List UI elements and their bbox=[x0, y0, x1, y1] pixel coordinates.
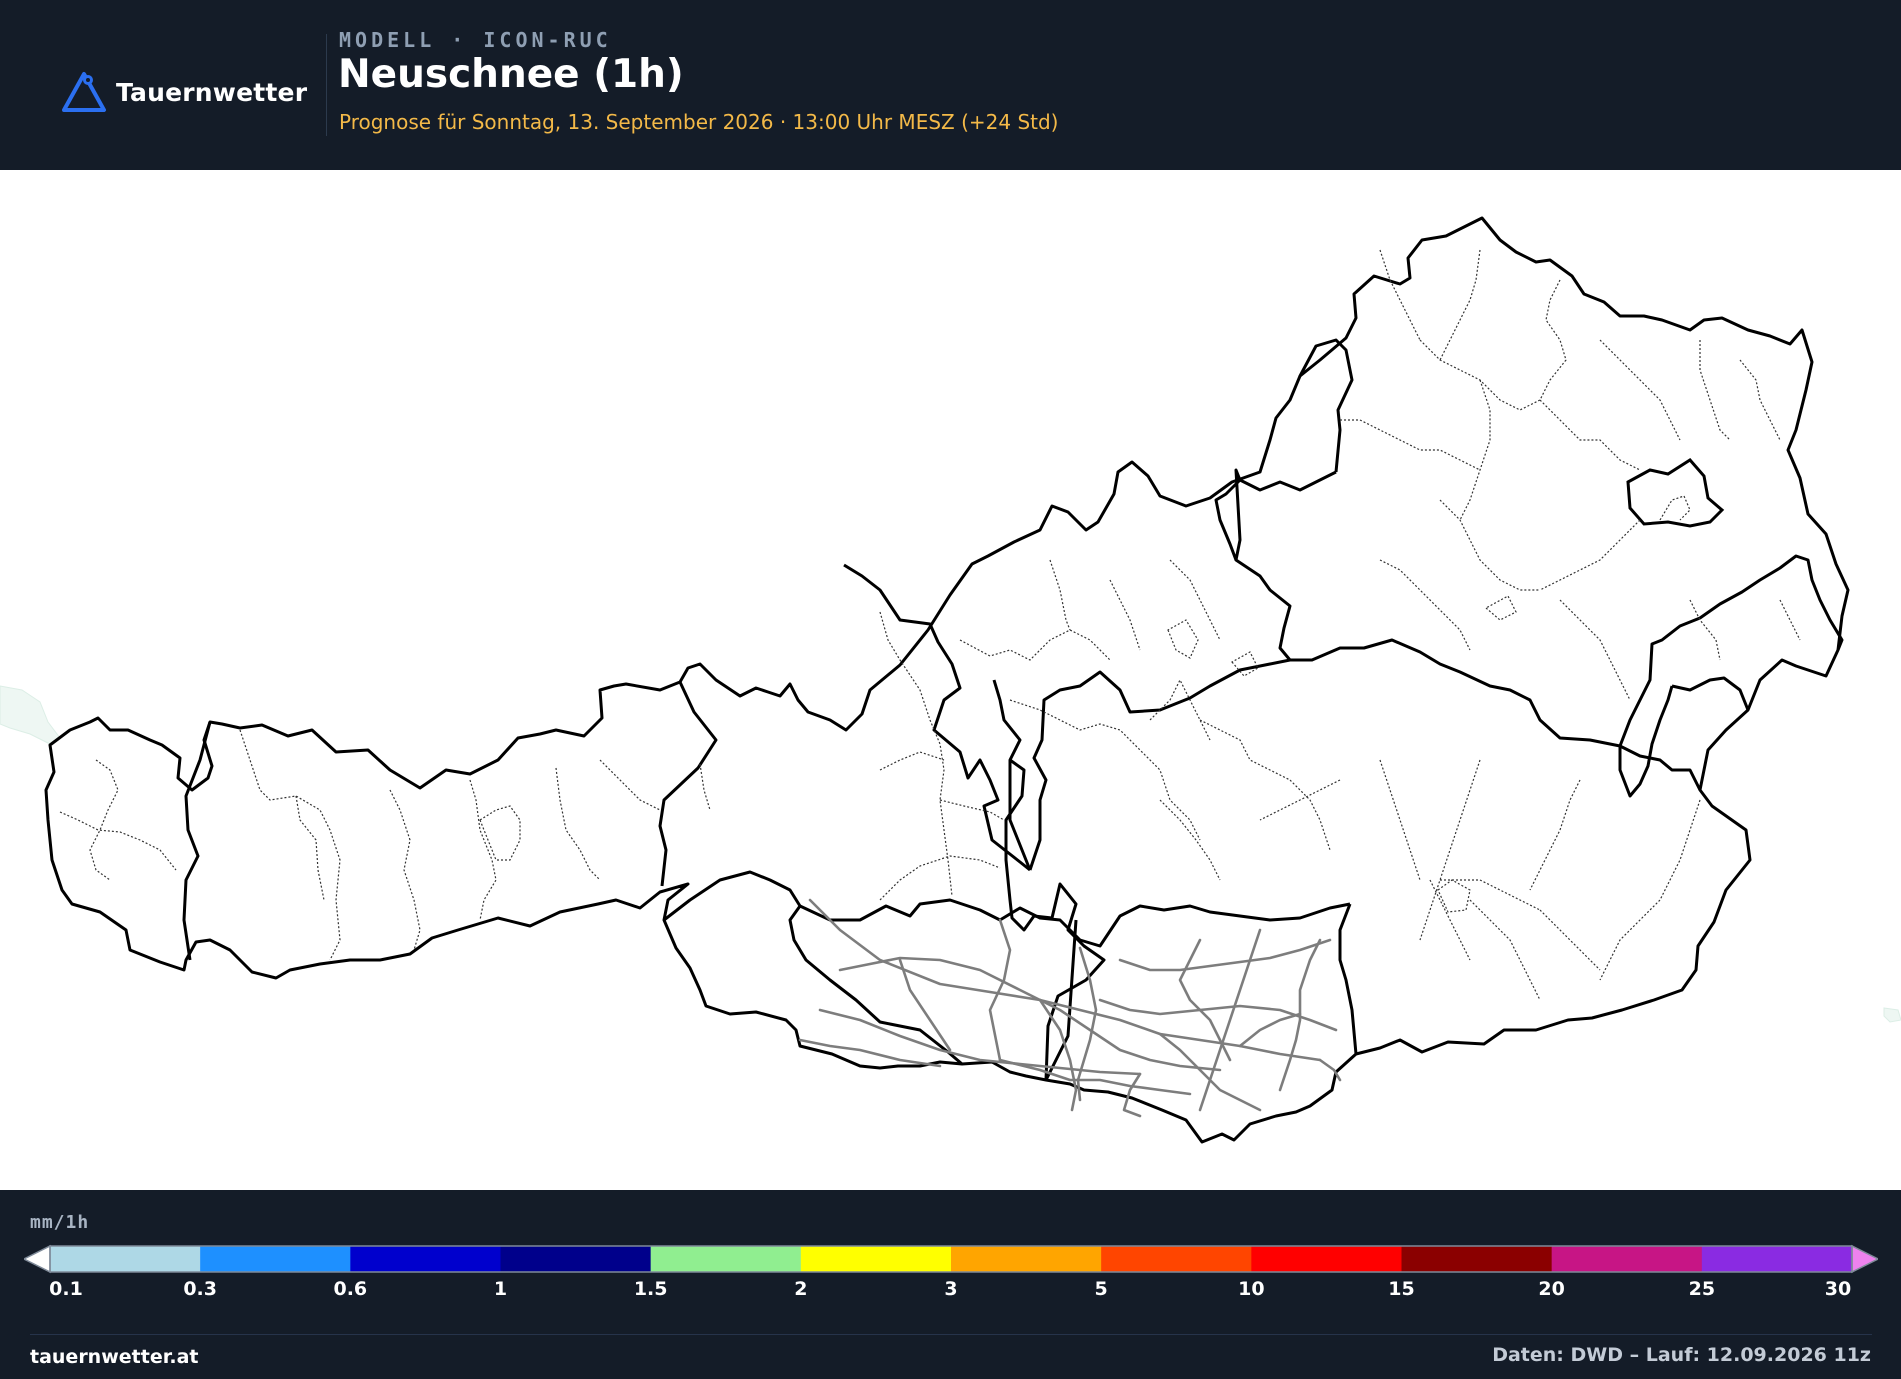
location-pin-icon bbox=[83, 75, 93, 85]
colorbar-bin bbox=[50, 1246, 201, 1272]
page-title: Neuschnee (1h) bbox=[338, 52, 684, 97]
colorbar-bin bbox=[800, 1246, 952, 1272]
colorbar-tick-label: 15 bbox=[1388, 1278, 1415, 1300]
brand-name: Tauernwetter bbox=[116, 77, 308, 107]
lake-shape bbox=[0, 685, 61, 745]
colorbar-bin bbox=[951, 1246, 1102, 1272]
country-outline bbox=[44, 216, 1850, 1144]
colorbar-bin bbox=[1551, 1246, 1703, 1272]
colorbar-bin bbox=[200, 1246, 351, 1272]
colorbar-tick-label: 0.3 bbox=[183, 1278, 217, 1300]
colorbar-tick-label: 20 bbox=[1538, 1278, 1565, 1300]
colorbar-underflow-arrow bbox=[24, 1244, 51, 1274]
colorbar-tick-label: 0.1 bbox=[49, 1278, 83, 1300]
footer-bar: mm/1h 0.1 0.3 0.6 1 1.5 2 3 5 10 15 20 25 30 tauernw… bbox=[0, 1190, 1901, 1379]
header-divider bbox=[326, 34, 327, 136]
colorbar-overflow-arrow bbox=[1851, 1244, 1878, 1274]
colorbar-tick-label: 2 bbox=[794, 1278, 808, 1300]
lake-shape bbox=[1883, 1007, 1901, 1023]
site-link[interactable]: tauernwetter.at bbox=[30, 1346, 199, 1368]
forecast-time: Prognose für Sonntag, 13. September 2026… bbox=[339, 110, 1059, 134]
state-outline-wien bbox=[1626, 458, 1725, 528]
colorbar-bin bbox=[350, 1246, 501, 1272]
header-bar: Tauernwetter MODELL · ICON-RUC Neuschnee… bbox=[0, 0, 1901, 170]
austria-map bbox=[0, 216, 1901, 1144]
colorbar-bin bbox=[500, 1246, 652, 1272]
state-borders bbox=[182, 338, 1844, 1081]
colorbar-bin bbox=[1401, 1246, 1553, 1272]
map-canvas[interactable] bbox=[0, 170, 1901, 1190]
colorbar-tick-label: 1 bbox=[493, 1278, 508, 1300]
model-label: MODELL · ICON-RUC bbox=[339, 28, 612, 52]
colorbar-tick-label: 0.6 bbox=[333, 1278, 368, 1300]
footer-separator bbox=[30, 1334, 1872, 1335]
colorbar-tick-label: 30 bbox=[1824, 1278, 1852, 1300]
legend-unit: mm/1h bbox=[30, 1212, 90, 1233]
mountain-triangle-icon bbox=[62, 72, 106, 112]
colorbar-tick-label: 1.5 bbox=[633, 1278, 668, 1300]
colorbar-tick-label: 3 bbox=[944, 1278, 958, 1300]
data-source: Daten: DWD – Lauf: 12.09.2026 11z bbox=[1492, 1344, 1871, 1366]
colorbar-tick-label: 5 bbox=[1094, 1278, 1108, 1300]
brand-logo[interactable]: Tauernwetter bbox=[60, 68, 307, 116]
colorbar-bin bbox=[1701, 1246, 1853, 1272]
color-scale bbox=[24, 1244, 1878, 1274]
colorbar-bin bbox=[1101, 1246, 1252, 1272]
colorbar-bin bbox=[1251, 1246, 1402, 1272]
colorbar-tick-label: 25 bbox=[1688, 1278, 1716, 1300]
colorbar-bin bbox=[650, 1246, 802, 1272]
colorbar-ticks: 0.1 0.3 0.6 1 1.5 2 3 5 10 15 20 25 30 bbox=[0, 1278, 1901, 1308]
colorbar-tick-label: 10 bbox=[1238, 1278, 1265, 1300]
